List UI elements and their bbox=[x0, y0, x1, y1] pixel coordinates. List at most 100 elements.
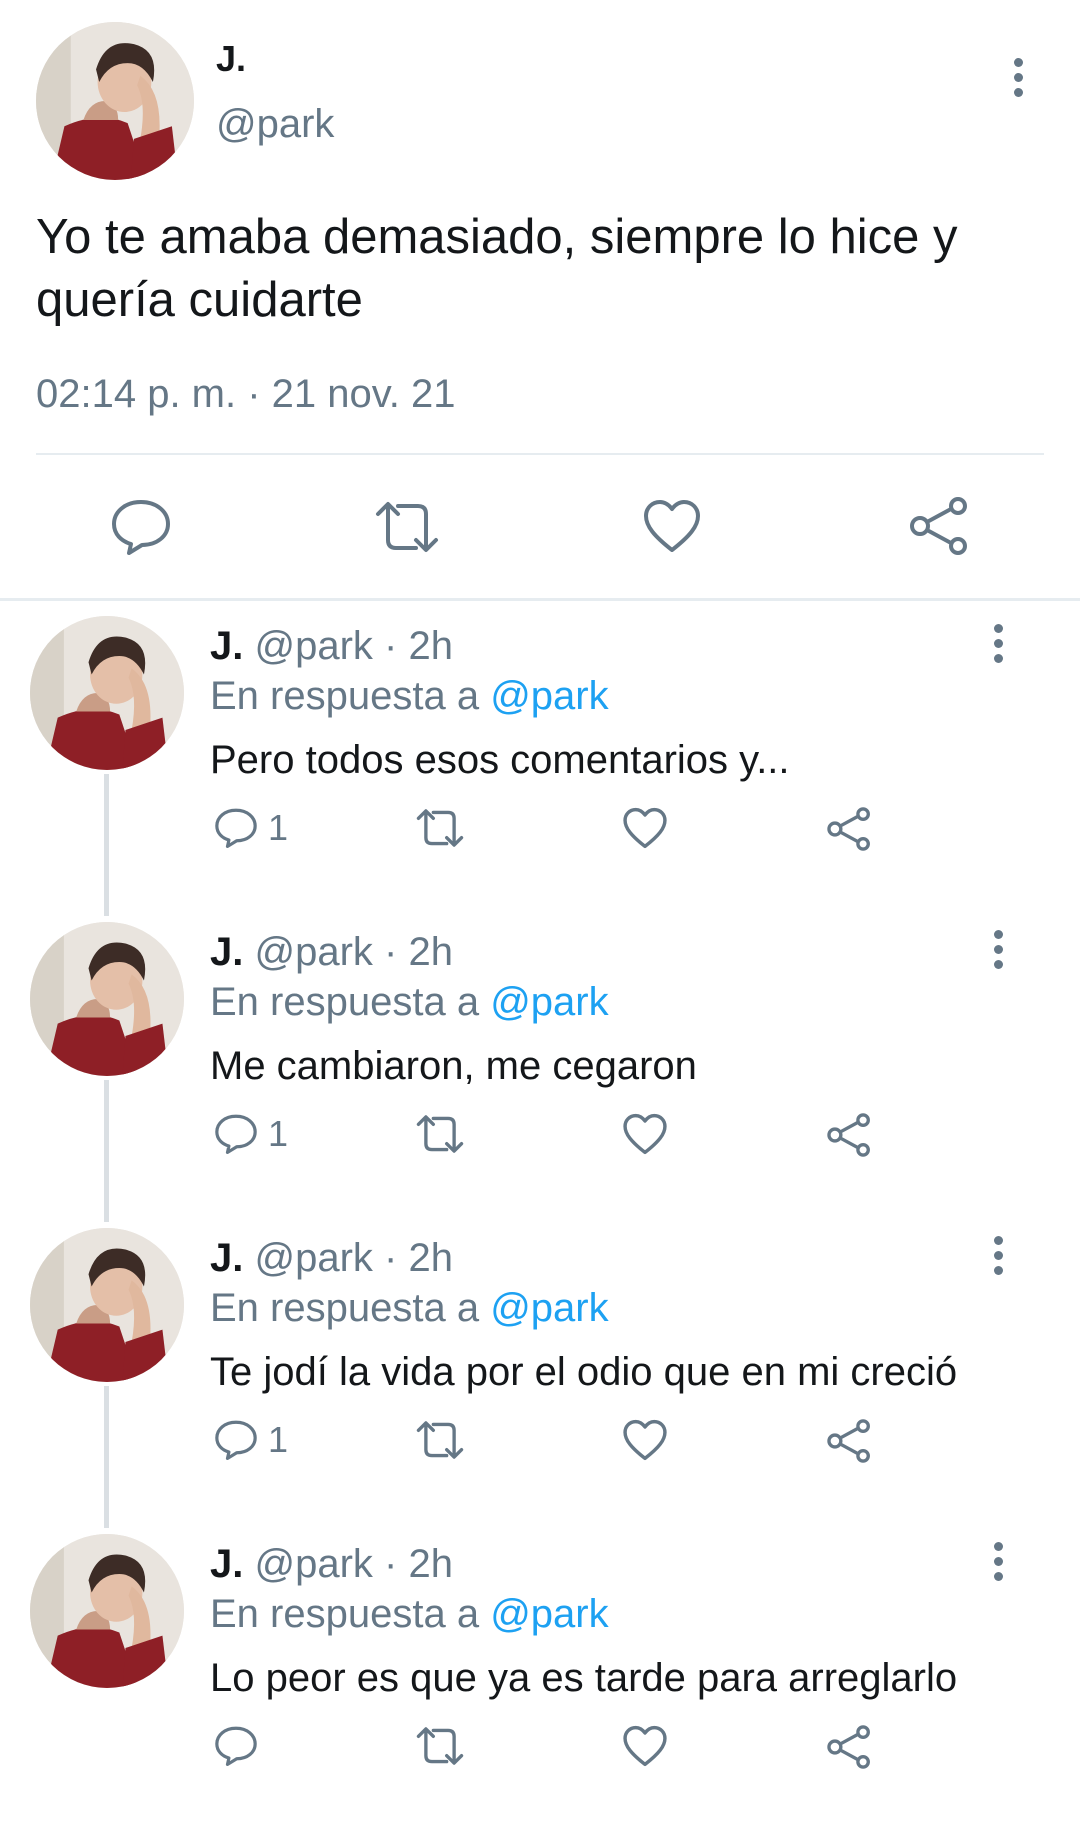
replying-to-label: En respuesta a bbox=[210, 980, 491, 1024]
reply-header: J. @park · 2h bbox=[210, 930, 453, 975]
mention-link[interactable]: @park bbox=[490, 980, 608, 1024]
display-name[interactable]: J. bbox=[210, 1236, 243, 1280]
reply-count: 1 bbox=[268, 1113, 289, 1154]
thread-line bbox=[104, 1386, 109, 1528]
more-options-icon[interactable] bbox=[990, 624, 1006, 669]
share-button[interactable] bbox=[826, 1418, 872, 1464]
retweet-icon bbox=[416, 1727, 464, 1765]
share-icon bbox=[827, 1113, 870, 1157]
tweet-text: Yo te amaba demasiado, siempre lo hice y… bbox=[36, 210, 958, 327]
user-handle[interactable]: @park bbox=[216, 102, 334, 147]
reply-tweet[interactable]: J. @park · 2h En respuesta a @park Te jo… bbox=[0, 1218, 1080, 1528]
retweet-icon bbox=[416, 809, 464, 847]
like-button[interactable] bbox=[622, 1418, 668, 1462]
display-name[interactable]: J. bbox=[210, 1542, 243, 1586]
like-icon bbox=[623, 1725, 667, 1767]
handle-and-time[interactable]: @park · 2h bbox=[254, 930, 452, 974]
tweet-text: Lo peor es que ya es tarde para arreglar… bbox=[210, 1656, 958, 1700]
avatar-photo bbox=[30, 1534, 184, 1688]
retweet-button[interactable] bbox=[414, 1418, 466, 1462]
reply-count: 1 bbox=[268, 1419, 289, 1460]
reply-icon[interactable] bbox=[110, 498, 172, 556]
like-button[interactable] bbox=[622, 806, 668, 850]
avatar-photo bbox=[36, 22, 194, 180]
reply-tweet[interactable]: J. @park · 2h En respuesta a @park Me ca… bbox=[0, 912, 1080, 1222]
share-button[interactable] bbox=[826, 1724, 872, 1770]
reply-icon bbox=[215, 808, 257, 849]
more-options-icon[interactable] bbox=[990, 1542, 1006, 1587]
replying-to-label: En respuesta a bbox=[210, 674, 491, 718]
retweet-button[interactable] bbox=[414, 1112, 466, 1156]
thread-line bbox=[104, 774, 109, 916]
like-button[interactable] bbox=[622, 1112, 668, 1156]
more-options-icon[interactable] bbox=[990, 1236, 1006, 1281]
handle-and-time[interactable]: @park · 2h bbox=[254, 624, 452, 668]
mention-link[interactable]: @park bbox=[490, 1286, 608, 1330]
replying-to: En respuesta a @park bbox=[210, 1286, 609, 1331]
reply-icon bbox=[215, 1114, 257, 1155]
reply-icon bbox=[215, 1420, 257, 1461]
share-icon bbox=[827, 1419, 870, 1463]
thread-line bbox=[104, 1080, 109, 1222]
retweet-button[interactable] bbox=[414, 806, 466, 850]
reply-icon bbox=[215, 1726, 257, 1767]
like-icon[interactable] bbox=[642, 498, 702, 554]
share-icon bbox=[827, 807, 870, 851]
tweet-actions: 1 bbox=[210, 806, 910, 866]
divider bbox=[36, 453, 1044, 455]
like-icon bbox=[623, 807, 667, 849]
share-button[interactable] bbox=[826, 806, 872, 852]
tweet-text: Te jodí la vida por el odio que en mi cr… bbox=[210, 1350, 958, 1394]
like-button[interactable] bbox=[622, 1724, 668, 1768]
avatar[interactable] bbox=[36, 22, 194, 180]
share-icon bbox=[827, 1725, 870, 1769]
avatar-photo bbox=[30, 616, 184, 770]
replying-to: En respuesta a @park bbox=[210, 980, 609, 1025]
avatar[interactable] bbox=[30, 1534, 184, 1688]
replying-to: En respuesta a @park bbox=[210, 674, 609, 719]
handle-and-time[interactable]: @park · 2h bbox=[254, 1236, 452, 1280]
reply-header: J. @park · 2h bbox=[210, 624, 453, 669]
avatar[interactable] bbox=[30, 922, 184, 1076]
like-icon bbox=[623, 1113, 667, 1155]
more-options-icon[interactable] bbox=[990, 930, 1006, 975]
retweet-icon[interactable] bbox=[372, 498, 442, 556]
avatar-photo bbox=[30, 922, 184, 1076]
handle-and-time[interactable]: @park · 2h bbox=[254, 1542, 452, 1586]
like-icon bbox=[623, 1419, 667, 1461]
display-name[interactable]: J. bbox=[210, 930, 243, 974]
reply-button[interactable] bbox=[214, 1724, 268, 1768]
share-icon[interactable] bbox=[908, 496, 970, 556]
replying-to-label: En respuesta a bbox=[210, 1286, 491, 1330]
share-button[interactable] bbox=[826, 1112, 872, 1158]
mention-link[interactable]: @park bbox=[490, 674, 608, 718]
tweet-actions bbox=[210, 1724, 910, 1784]
reply-tweet[interactable]: J. @park · 2h En respuesta a @park Pero … bbox=[0, 606, 1080, 916]
tweet-actions: 1 bbox=[210, 1418, 910, 1478]
replying-to-label: En respuesta a bbox=[210, 1592, 491, 1636]
tweet-actions: 1 bbox=[210, 1112, 910, 1172]
reply-button[interactable]: 1 bbox=[214, 806, 288, 850]
tweet-timestamp[interactable]: 02:14 p. m. · 21 nov. 21 bbox=[36, 372, 456, 417]
section-divider bbox=[0, 598, 1080, 601]
main-tweet: J. @park Yo te amaba demasiado, siempre … bbox=[0, 0, 1080, 600]
more-options-icon[interactable] bbox=[1010, 58, 1026, 103]
replying-to: En respuesta a @park bbox=[210, 1592, 609, 1637]
display-name[interactable]: J. bbox=[216, 38, 246, 80]
retweet-button[interactable] bbox=[414, 1724, 466, 1768]
reply-tweet[interactable]: J. @park · 2h En respuesta a @park Lo pe… bbox=[0, 1524, 1080, 1830]
reply-count: 1 bbox=[268, 807, 289, 848]
tweet-text: Me cambiaron, me cegaron bbox=[210, 1044, 697, 1088]
reply-button[interactable]: 1 bbox=[214, 1112, 288, 1156]
avatar[interactable] bbox=[30, 1228, 184, 1382]
avatar[interactable] bbox=[30, 616, 184, 770]
display-name[interactable]: J. bbox=[210, 624, 243, 668]
reply-button[interactable]: 1 bbox=[214, 1418, 288, 1462]
retweet-icon bbox=[416, 1421, 464, 1459]
avatar-photo bbox=[30, 1228, 184, 1382]
reply-header: J. @park · 2h bbox=[210, 1542, 453, 1587]
mention-link[interactable]: @park bbox=[490, 1592, 608, 1636]
reply-header: J. @park · 2h bbox=[210, 1236, 453, 1281]
retweet-icon bbox=[416, 1115, 464, 1153]
tweet-text: Pero todos esos comentarios y... bbox=[210, 738, 790, 782]
